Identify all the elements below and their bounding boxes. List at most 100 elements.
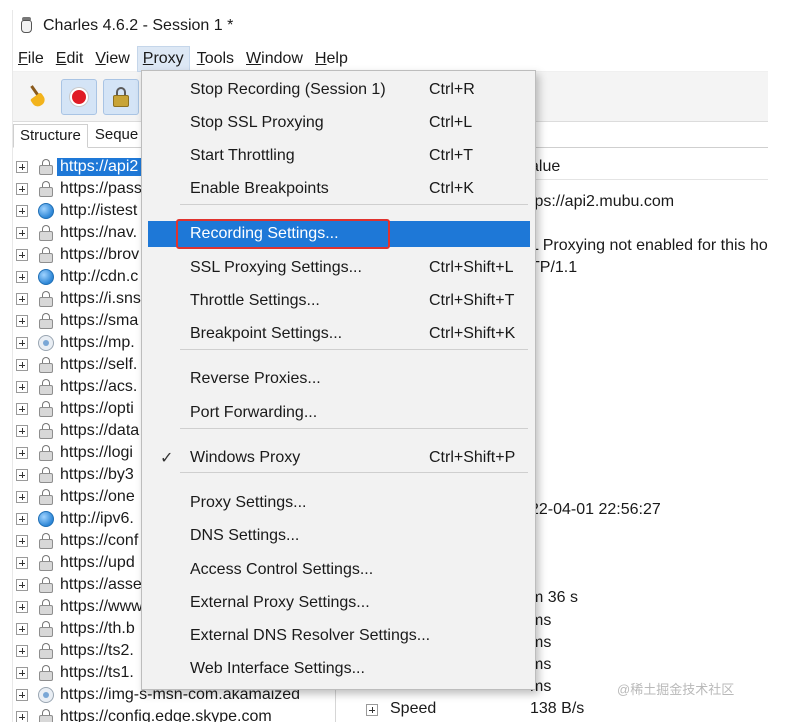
web-interface-settings-item[interactable]: Web Interface Settings... (142, 654, 535, 684)
host-url: https://www (60, 598, 143, 615)
expand-plus-icon[interactable] (16, 513, 28, 525)
host-url: http://ipv6. (60, 510, 134, 527)
expand-plus-icon[interactable] (16, 491, 28, 503)
menu-label-rest: roxy (153, 49, 184, 67)
expand-plus-icon[interactable] (16, 205, 28, 217)
expand-plus-icon[interactable] (16, 645, 28, 657)
menu-label-rest: indow (261, 49, 303, 67)
dns-settings-item[interactable]: DNS Settings... (142, 521, 535, 551)
speed-label: Speed (390, 700, 437, 717)
tab-structure[interactable]: Structure (13, 124, 88, 148)
menu-help[interactable]: Help (310, 46, 353, 72)
stop-ssl-proxying-item[interactable]: Stop SSL Proxying Ctrl+L (142, 108, 535, 138)
record-button[interactable] (61, 78, 97, 115)
lock-icon (38, 445, 54, 461)
proxy-settings-item[interactable]: Proxy Settings... (142, 488, 535, 518)
ssl-note-value: L Proxying not enabled for this ho (530, 237, 768, 254)
expand-plus-icon[interactable] (16, 711, 28, 722)
host-url: https://opti (60, 400, 134, 417)
menu-item-shortcut: Ctrl+Shift+K (429, 325, 516, 342)
menu-separator (180, 428, 528, 429)
host-url: https://acs. (60, 378, 138, 395)
access-control-settings-item[interactable]: Access Control Settings... (142, 555, 535, 585)
expand-plus-icon[interactable] (16, 359, 28, 371)
ssl-proxying-settings-item[interactable]: SSL Proxying Settings... Ctrl+Shift+L (142, 253, 535, 283)
menu-item-shortcut: Ctrl+T (429, 147, 473, 164)
menu-bar: File Edit View Proxy Tools Window Help (13, 45, 768, 72)
charles-jar-icon (19, 17, 35, 35)
expand-plus-icon[interactable] (16, 557, 28, 569)
lock-icon (38, 665, 54, 681)
external-dns-resolver-settings-item[interactable]: External DNS Resolver Settings... (142, 621, 535, 651)
host-url: https://upd (60, 554, 135, 571)
lock-icon (38, 709, 54, 722)
menu-item-label: Windows Proxy (190, 449, 301, 466)
expand-plus-icon[interactable] (16, 469, 28, 481)
throttle-settings-item[interactable]: Throttle Settings... Ctrl+Shift+T (142, 286, 535, 316)
stop-recording-item[interactable]: Stop Recording (Session 1) Ctrl+R (142, 75, 535, 105)
reverse-proxies-item[interactable]: Reverse Proxies... (142, 364, 535, 394)
expand-plus-icon[interactable] (16, 183, 28, 195)
menu-edit[interactable]: Edit (51, 46, 89, 72)
ssl-proxying-button[interactable] (103, 78, 139, 115)
lock-icon (38, 291, 54, 307)
lock-icon (38, 313, 54, 329)
expand-plus-icon[interactable] (16, 403, 28, 415)
expand-plus-icon[interactable] (16, 623, 28, 635)
menu-window[interactable]: Window (241, 46, 308, 72)
speed-expander[interactable] (366, 704, 378, 716)
menu-item-shortcut: Ctrl+R (429, 81, 475, 98)
expand-plus-icon[interactable] (16, 579, 28, 591)
menu-item-label: Enable Breakpoints (190, 180, 329, 197)
menu-mnemonic: H (314, 49, 327, 67)
menu-item-label: Reverse Proxies... (190, 370, 321, 387)
host-url: https://by3 (60, 466, 134, 483)
expand-plus-icon[interactable] (16, 293, 28, 305)
duration-value: m 36 s (530, 589, 579, 606)
menu-item-label: Access Control Settings... (190, 561, 374, 578)
menu-view[interactable]: View (90, 46, 134, 72)
menu-file[interactable]: File (13, 46, 49, 72)
enable-breakpoints-item[interactable]: Enable Breakpoints Ctrl+K (142, 174, 535, 204)
menu-item-label: Web Interface Settings... (190, 660, 365, 677)
tab-sequence[interactable]: Seque (88, 123, 145, 147)
timestamp-value: 22-04-01 22:56:27 (530, 501, 661, 518)
expand-plus-icon[interactable] (16, 535, 28, 547)
port-forwarding-item[interactable]: Port Forwarding... (142, 398, 535, 428)
menu-item-label: External Proxy Settings... (190, 594, 370, 611)
expand-plus-icon[interactable] (16, 315, 28, 327)
menu-item-label: Stop Recording (Session 1) (190, 81, 386, 98)
lock-icon (38, 247, 54, 263)
expand-plus-icon[interactable] (16, 249, 28, 261)
host-url: https://data (60, 422, 140, 439)
expand-plus-icon[interactable] (16, 667, 28, 679)
recording-settings-item[interactable]: Recording Settings... (148, 219, 530, 249)
clear-session-button[interactable] (19, 79, 55, 115)
menu-label-rest: ile (27, 49, 44, 67)
expand-plus-icon[interactable] (16, 425, 28, 437)
host-url: https://brov (60, 246, 140, 263)
menu-label-rest: ools (204, 49, 235, 67)
protocol-value: TP/1.1 (530, 259, 578, 276)
expand-plus-icon[interactable] (16, 161, 28, 173)
expand-plus-icon[interactable] (16, 381, 28, 393)
expand-plus-icon[interactable] (16, 227, 28, 239)
expand-plus-icon[interactable] (16, 337, 28, 349)
proxy-menu-dropdown: Stop Recording (Session 1) Ctrl+R Stop SSL… (141, 70, 536, 690)
windows-proxy-item[interactable]: ✓ Windows Proxy Ctrl+Shift+P (142, 443, 535, 473)
start-throttling-item[interactable]: Start Throttling Ctrl+T (142, 141, 535, 171)
title-bar: Charles 4.6.2 - Session 1 * (13, 10, 768, 42)
menu-proxy[interactable]: Proxy (136, 45, 190, 72)
host-url: https://i.sns (60, 290, 141, 307)
menu-label-rest: iew (105, 49, 130, 67)
host-url: https://pass (60, 180, 142, 197)
menu-tools[interactable]: Tools (192, 46, 239, 72)
lock-icon (112, 86, 130, 107)
host-row[interactable]: https://config.edge.skype.com (13, 706, 335, 722)
expand-plus-icon[interactable] (16, 447, 28, 459)
breakpoint-settings-item[interactable]: Breakpoint Settings... Ctrl+Shift+K (142, 319, 535, 349)
expand-plus-icon[interactable] (16, 601, 28, 613)
external-proxy-settings-item[interactable]: External Proxy Settings... (142, 588, 535, 618)
expand-plus-icon[interactable] (16, 689, 28, 701)
expand-plus-icon[interactable] (16, 271, 28, 283)
